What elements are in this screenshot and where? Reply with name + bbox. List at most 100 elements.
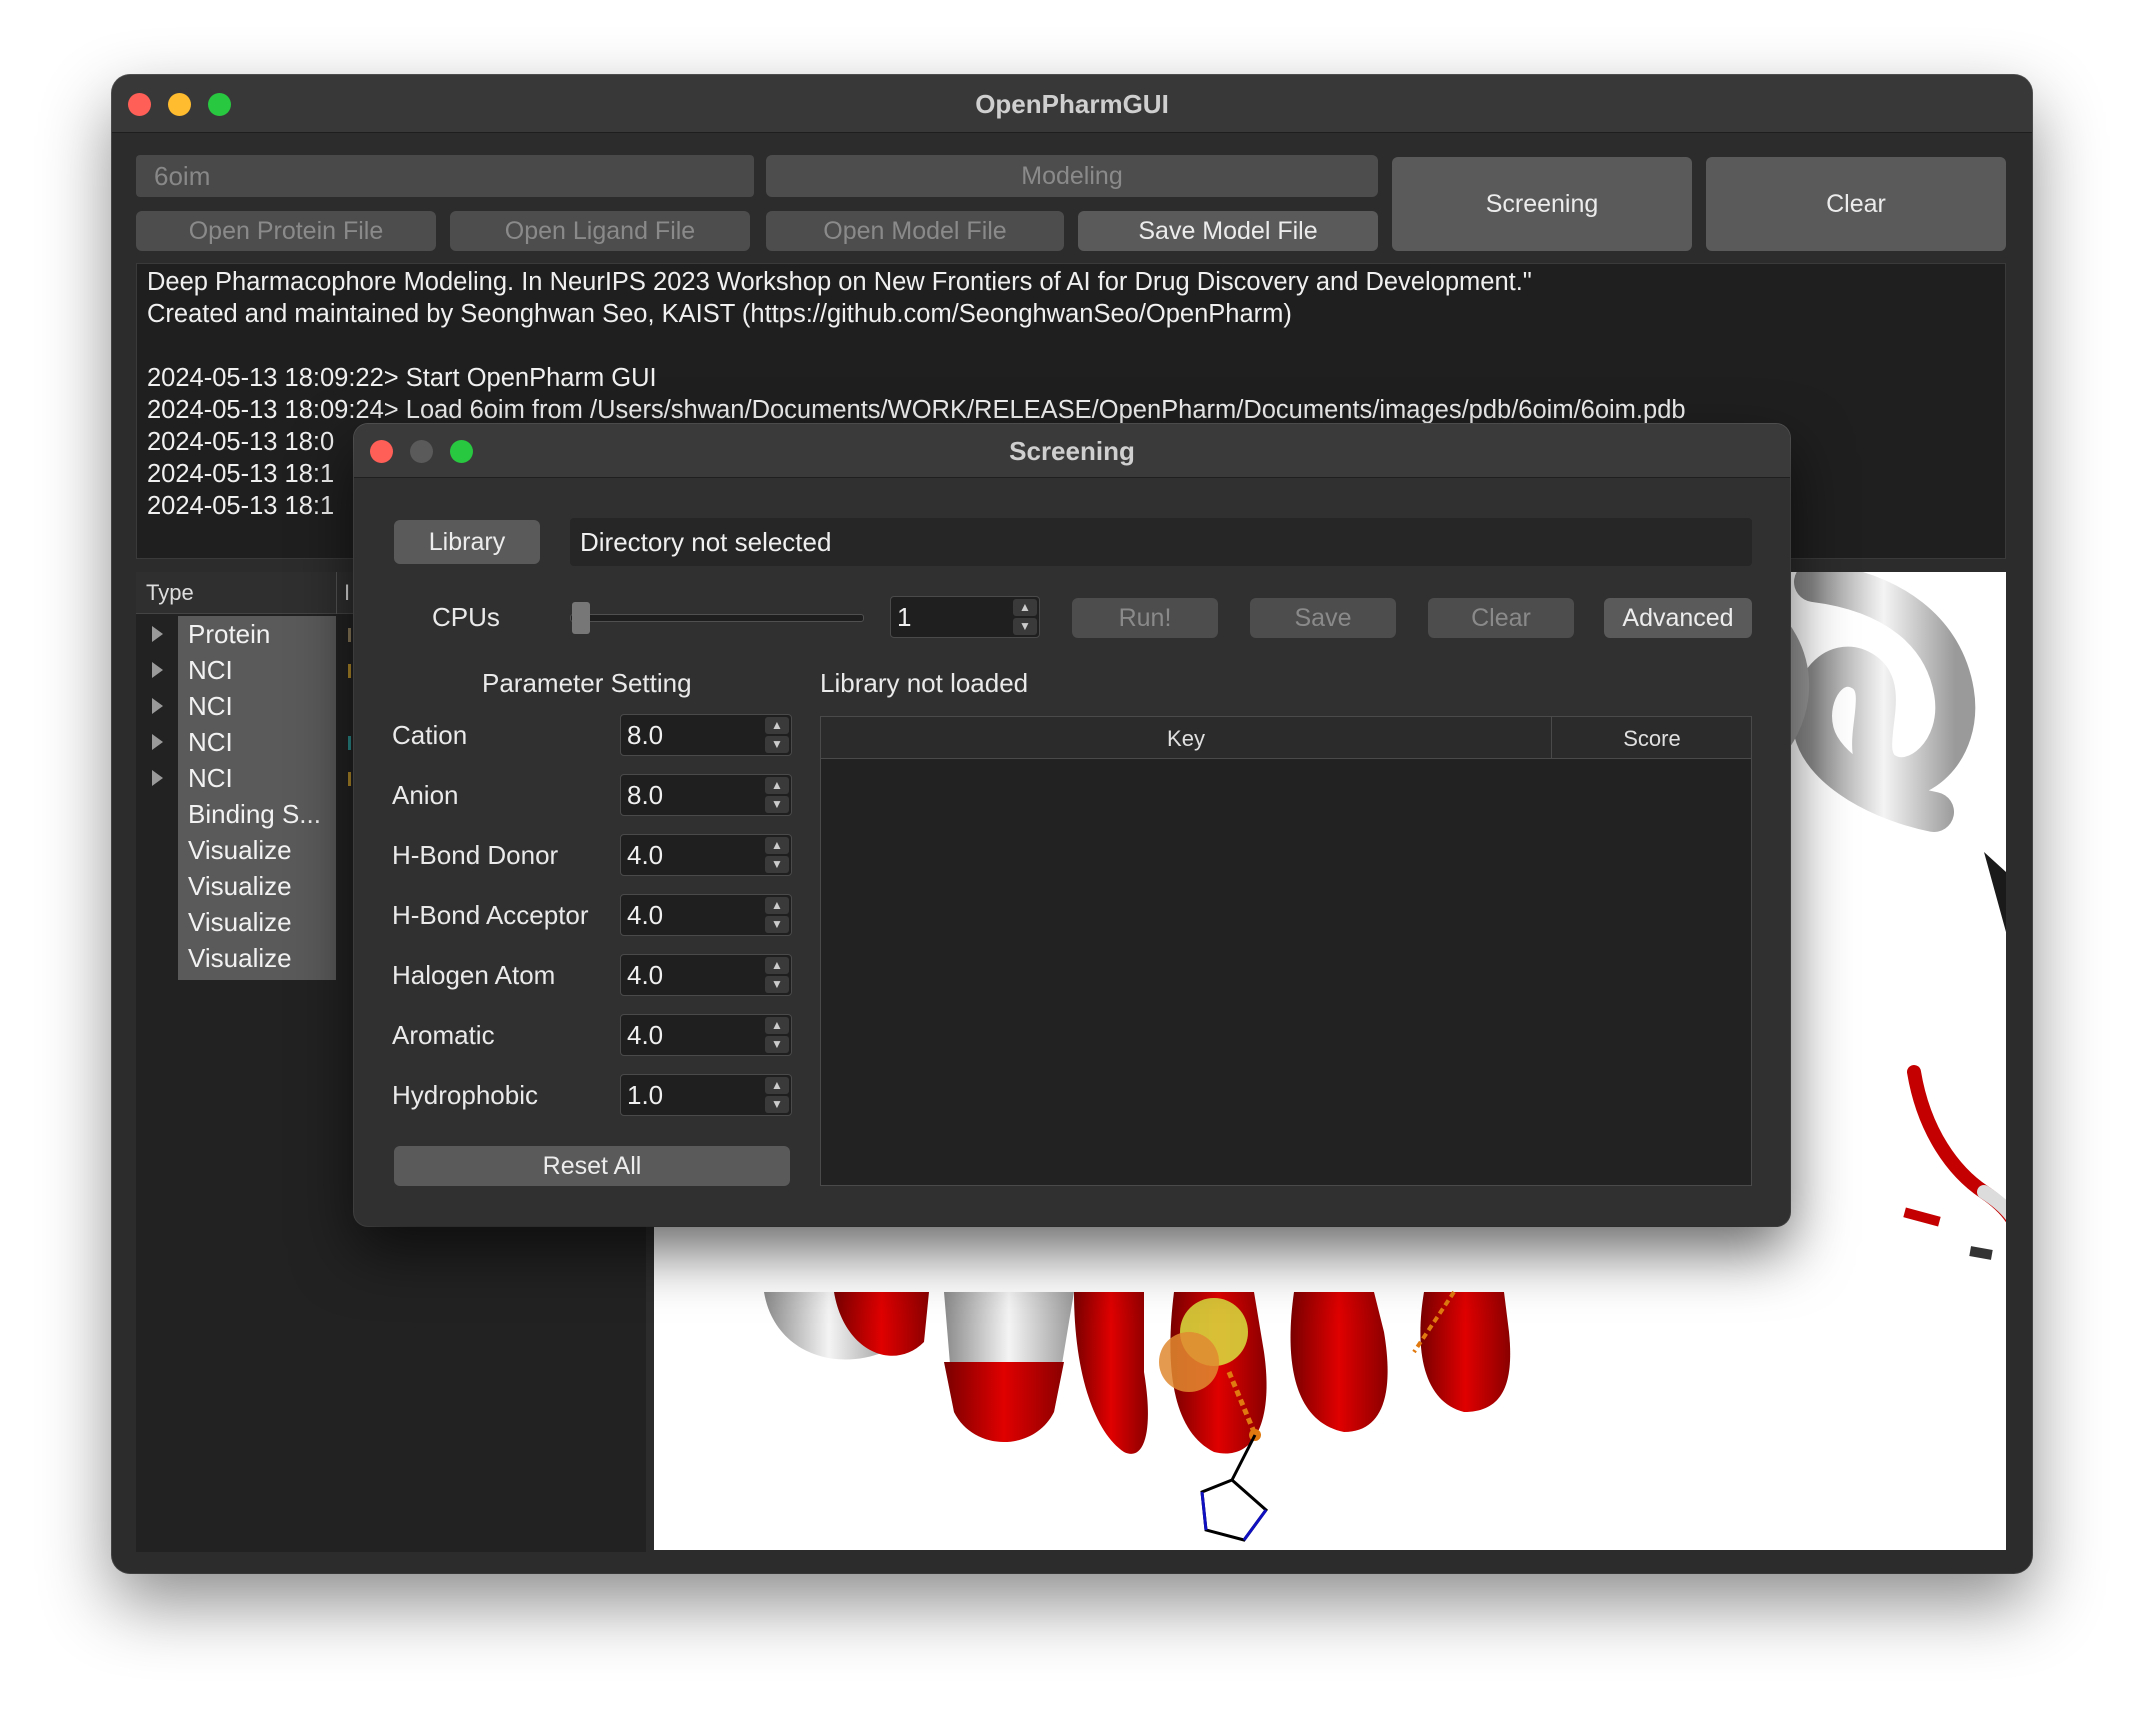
modeling-button[interactable]: Modeling [766, 155, 1378, 197]
advanced-button[interactable]: Advanced [1604, 598, 1752, 638]
param-label-hbond-donor: H-Bond Donor [392, 840, 559, 870]
tree-item-label: Protein [188, 619, 271, 649]
expand-arrow-icon[interactable] [152, 770, 163, 786]
tree-item-protein[interactable]: Protein [136, 616, 346, 652]
library-status: Library not loaded [820, 668, 1029, 698]
increment-icon[interactable]: ▲ [765, 837, 789, 854]
param-value: 4.0 [627, 840, 664, 870]
tree-item-label: Visualize [188, 943, 292, 973]
tree-item-label: Visualize [188, 835, 292, 865]
param-spinbox-cation[interactable]: 8.0 ▲ ▼ [620, 714, 792, 756]
tree-item-label: Visualize [188, 871, 292, 901]
parameter-setting-heading: Parameter Setting [482, 668, 692, 698]
tree-item-nci[interactable]: NCI [136, 652, 346, 688]
param-value: 4.0 [627, 960, 664, 990]
cpus-spinbox[interactable]: 1 ▲ ▼ [890, 596, 1040, 638]
param-spinbox-halogen-atom[interactable]: 4.0 ▲ ▼ [620, 954, 792, 996]
param-spinbox-hydrophobic[interactable]: 1.0 ▲ ▼ [620, 1074, 792, 1116]
decrement-icon[interactable]: ▼ [765, 1096, 789, 1113]
tree-item-nci[interactable]: NCI [136, 724, 346, 760]
tree-item-nci[interactable]: NCI [136, 688, 346, 724]
tree-item-label: NCI [188, 763, 233, 793]
log-line: Deep Pharmacophore Modeling. In NeurIPS … [147, 268, 1532, 296]
tree-item-nci[interactable]: NCI [136, 760, 346, 796]
tree-item-visualize[interactable]: Visualize [136, 940, 346, 976]
tree-item-label: Visualize [188, 907, 292, 937]
column-header-score[interactable]: Score [1552, 726, 1752, 752]
decrement-icon[interactable]: ▼ [765, 1036, 789, 1053]
tree-column-2[interactable]: I [344, 580, 350, 606]
column-header-key[interactable]: Key [821, 726, 1551, 752]
screening-button[interactable]: Screening [1392, 157, 1692, 251]
decrement-icon[interactable]: ▼ [765, 976, 789, 993]
tree-column-type[interactable]: Type [146, 580, 194, 606]
increment-icon[interactable]: ▲ [765, 777, 789, 794]
expand-arrow-icon[interactable] [152, 698, 163, 714]
color-marker [348, 664, 351, 678]
param-spinbox-hbond-acceptor[interactable]: 4.0 ▲ ▼ [620, 894, 792, 936]
library-directory-field[interactable]: Directory not selected [570, 518, 1752, 566]
tree-item-binding-site[interactable]: Binding S... [136, 796, 346, 832]
increment-icon[interactable]: ▲ [765, 1077, 789, 1094]
param-value: 4.0 [627, 1020, 664, 1050]
expand-arrow-icon[interactable] [152, 734, 163, 750]
clear-button[interactable]: Clear [1706, 157, 2006, 251]
cpus-value: 1 [897, 602, 912, 632]
param-value: 8.0 [627, 780, 664, 810]
results-table[interactable]: Key Score [820, 716, 1752, 1186]
increment-icon[interactable]: ▲ [765, 1017, 789, 1034]
reset-all-button[interactable]: Reset All [394, 1146, 790, 1186]
pdb-id-field[interactable]: 6oim [136, 155, 754, 197]
save-model-file-button[interactable]: Save Model File [1078, 211, 1378, 251]
param-label-halogen-atom: Halogen Atom [392, 960, 556, 990]
increment-icon[interactable]: ▲ [1013, 599, 1037, 616]
color-marker [348, 736, 351, 750]
dialog-title-bar[interactable]: Screening [354, 424, 1790, 478]
tree-item-visualize[interactable]: Visualize [136, 904, 346, 940]
tree-item-label: Binding S... [188, 799, 321, 829]
decrement-icon[interactable]: ▼ [765, 796, 789, 813]
open-ligand-file-button[interactable]: Open Ligand File [450, 211, 750, 251]
decrement-icon[interactable]: ▼ [1013, 618, 1037, 635]
log-line: 2024-05-13 18:1 [147, 492, 335, 520]
window-title: OpenPharmGUI [975, 89, 1169, 119]
param-spinbox-hbond-donor[interactable]: 4.0 ▲ ▼ [620, 834, 792, 876]
dialog-title: Screening [1009, 436, 1135, 466]
decrement-icon[interactable]: ▼ [765, 856, 789, 873]
param-spinbox-anion[interactable]: 8.0 ▲ ▼ [620, 774, 792, 816]
color-marker [348, 772, 351, 786]
clear-results-button[interactable]: Clear [1428, 598, 1574, 638]
increment-icon[interactable]: ▲ [765, 717, 789, 734]
decrement-icon[interactable]: ▼ [765, 916, 789, 933]
tree-item-label: NCI [188, 655, 233, 685]
increment-icon[interactable]: ▲ [765, 957, 789, 974]
run-button[interactable]: Run! [1072, 598, 1218, 638]
tree-item-visualize[interactable]: Visualize [136, 868, 346, 904]
cpus-slider-track[interactable] [570, 614, 864, 622]
log-line: 2024-05-13 18:1 [147, 460, 335, 488]
screening-dialog: Screening Library Directory not selected… [354, 424, 1790, 1226]
cpus-slider-handle[interactable] [572, 602, 590, 634]
tree-item-label: NCI [188, 691, 233, 721]
library-button[interactable]: Library [394, 520, 540, 564]
log-line: 2024-05-13 18:09:22> Start OpenPharm GUI [147, 364, 657, 392]
param-value: 8.0 [627, 720, 664, 750]
expand-arrow-icon[interactable] [152, 626, 163, 642]
save-button[interactable]: Save [1250, 598, 1396, 638]
param-label-aromatic: Aromatic [392, 1020, 495, 1050]
open-protein-file-button[interactable]: Open Protein File [136, 211, 436, 251]
decrement-icon[interactable]: ▼ [765, 736, 789, 753]
tree-item-label: NCI [188, 727, 233, 757]
param-spinbox-aromatic[interactable]: 4.0 ▲ ▼ [620, 1014, 792, 1056]
column-divider[interactable] [336, 572, 337, 614]
table-header: Key Score [821, 717, 1751, 759]
title-bar[interactable]: OpenPharmGUI [112, 75, 2032, 133]
param-label-hydrophobic: Hydrophobic [392, 1080, 538, 1110]
increment-icon[interactable]: ▲ [765, 897, 789, 914]
expand-arrow-icon[interactable] [152, 662, 163, 678]
tree-item-visualize[interactable]: Visualize [136, 832, 346, 868]
param-label-cation: Cation [392, 720, 468, 750]
param-value: 1.0 [627, 1080, 664, 1110]
open-model-file-button[interactable]: Open Model File [766, 211, 1064, 251]
cpus-label: CPUs [432, 602, 500, 632]
